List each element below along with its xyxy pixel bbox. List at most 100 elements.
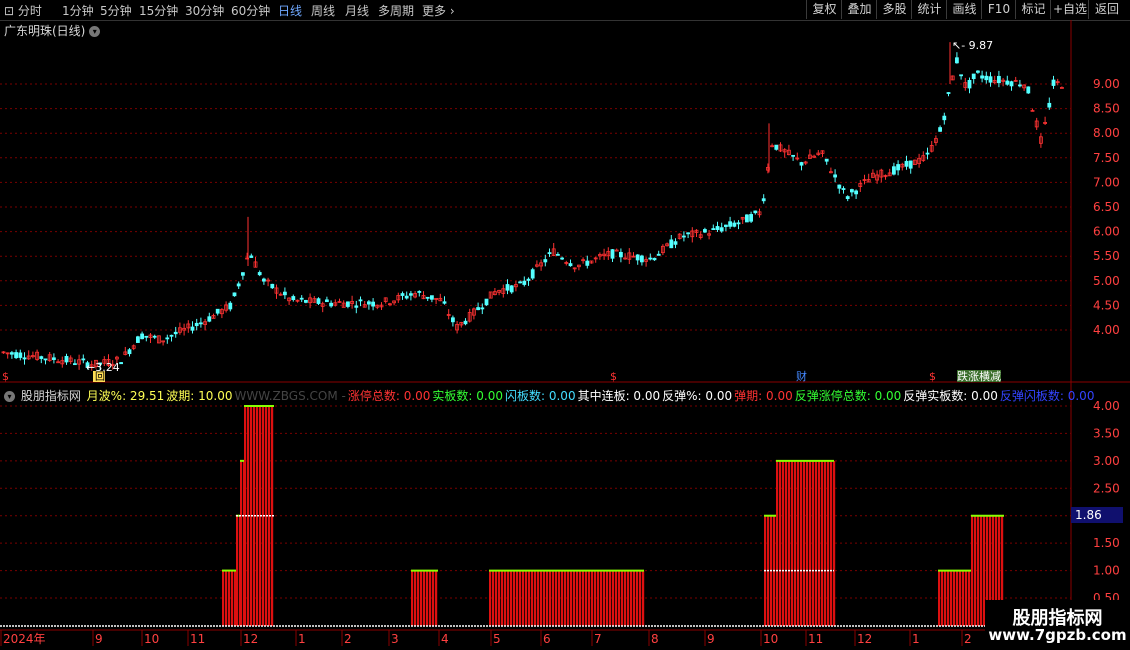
candle-body	[480, 307, 485, 310]
candle-body	[215, 308, 220, 314]
indicator-bar	[489, 570, 492, 626]
price-chart[interactable]: 9.00 8.50 8.00 7.50 7.00 6.50 6.00 5.50 5.00 4.50…	[0, 0, 1130, 650]
indicator-bar	[806, 460, 809, 626]
indicator-bar	[642, 570, 645, 626]
candle-body	[711, 228, 716, 231]
candle-body	[728, 221, 732, 227]
indicator-bar	[953, 570, 956, 626]
indicator-field-7: 反弹%: 0.00	[662, 389, 733, 403]
candle-body	[81, 358, 86, 361]
indicator-bar	[543, 570, 546, 626]
indicator-tick-label: 2.50	[1093, 481, 1120, 495]
indicator-bar	[956, 570, 959, 626]
indicator-bar	[609, 570, 612, 626]
indicator-bar	[974, 515, 977, 626]
indicator-bar	[549, 570, 552, 626]
indicator-bar	[558, 570, 561, 626]
candle-body	[169, 334, 174, 337]
candle-body	[686, 232, 690, 235]
indicator-field-8: 弹期: 0.00	[734, 389, 793, 403]
indicator-bar	[782, 460, 785, 626]
indicator-field-2: WWW.ZBGS.COM -	[234, 389, 346, 403]
indicator-bar	[624, 570, 627, 626]
time-axis-label: 1	[298, 632, 306, 646]
indicator-bar	[570, 570, 573, 626]
candle-body	[652, 257, 657, 261]
indicator-bar	[537, 570, 540, 626]
indicator-bar	[821, 460, 824, 626]
indicator-bar	[785, 460, 788, 626]
indicator-bar	[791, 460, 794, 626]
time-axis-label: 10	[763, 632, 778, 646]
candle-body	[484, 298, 489, 306]
time-axis-label: 4	[441, 632, 449, 646]
indicator-bar	[633, 570, 636, 626]
low-marker-label: 回	[95, 371, 105, 383]
indicator-bar	[417, 570, 420, 626]
time-axis-label: 6	[543, 632, 551, 646]
candle-body	[1018, 84, 1022, 87]
indicator-bar	[615, 570, 618, 626]
candle-body	[236, 283, 241, 287]
candle-body	[52, 357, 56, 360]
candle-body	[417, 291, 422, 293]
indicator-bar	[222, 570, 225, 626]
candle-body	[526, 278, 531, 281]
indicator-bar	[513, 570, 516, 626]
candle-body	[749, 214, 753, 222]
indicator-bar	[603, 570, 606, 626]
indicator-bar	[579, 570, 582, 626]
candle-body	[845, 196, 850, 200]
candle-body	[270, 283, 275, 289]
candle-body	[299, 297, 304, 300]
candle-body	[249, 255, 254, 258]
chevron-down-icon[interactable]: ▾	[4, 391, 15, 402]
indicator-field-1: 波期: 10.00	[166, 389, 233, 403]
time-axis-label: 3	[391, 632, 399, 646]
candle-body	[791, 154, 795, 157]
indicator-bar	[812, 460, 815, 626]
indicator-bar	[234, 570, 237, 626]
candle-body	[14, 352, 19, 359]
price-tick-label: 7.00	[1093, 175, 1120, 189]
candle-body	[648, 257, 653, 260]
candle-body	[560, 257, 564, 260]
indicator-bar	[534, 570, 537, 626]
candle-body	[841, 188, 846, 190]
indicator-bar	[800, 460, 803, 626]
indicator-bar	[977, 515, 980, 626]
indicator-tick-label: 1.00	[1093, 564, 1120, 578]
candle-body	[736, 222, 741, 225]
indicator-bar	[564, 570, 567, 626]
candle-body	[976, 70, 980, 73]
indicator-bar	[938, 570, 941, 626]
indicator-bar	[561, 570, 564, 626]
candle-body	[1047, 102, 1052, 108]
indicator-bar	[606, 570, 609, 626]
indicator-bar	[240, 460, 243, 626]
indicator-bar	[818, 460, 821, 626]
candle-body	[824, 158, 829, 162]
indicator-bar	[824, 460, 827, 626]
candle-body	[463, 320, 468, 325]
time-axis-label: 5	[493, 632, 501, 646]
indicator-bar	[555, 570, 558, 626]
indicator-bar	[522, 570, 525, 626]
candle-body	[140, 333, 145, 340]
candle-body	[543, 259, 548, 263]
indicator-bar	[435, 570, 438, 626]
event-marker-2: 财	[796, 369, 807, 383]
indicator-name: 股朋指标网	[20, 389, 81, 403]
indicator-bar	[588, 570, 591, 626]
candle-body	[64, 355, 69, 363]
indicator-field-6: 其中连板: 0.00	[577, 389, 661, 403]
candle-body	[127, 349, 132, 355]
price-tick-label: 9.00	[1093, 77, 1120, 91]
indicator-bar	[426, 570, 429, 626]
time-axis-label: 9	[707, 632, 715, 646]
indicator-field-3: 涨停总数: 0.00	[347, 389, 431, 403]
price-tick-label: 8.50	[1093, 102, 1120, 116]
candle-body	[967, 79, 972, 89]
candle-body	[345, 301, 350, 307]
indicator-bar	[959, 570, 962, 626]
